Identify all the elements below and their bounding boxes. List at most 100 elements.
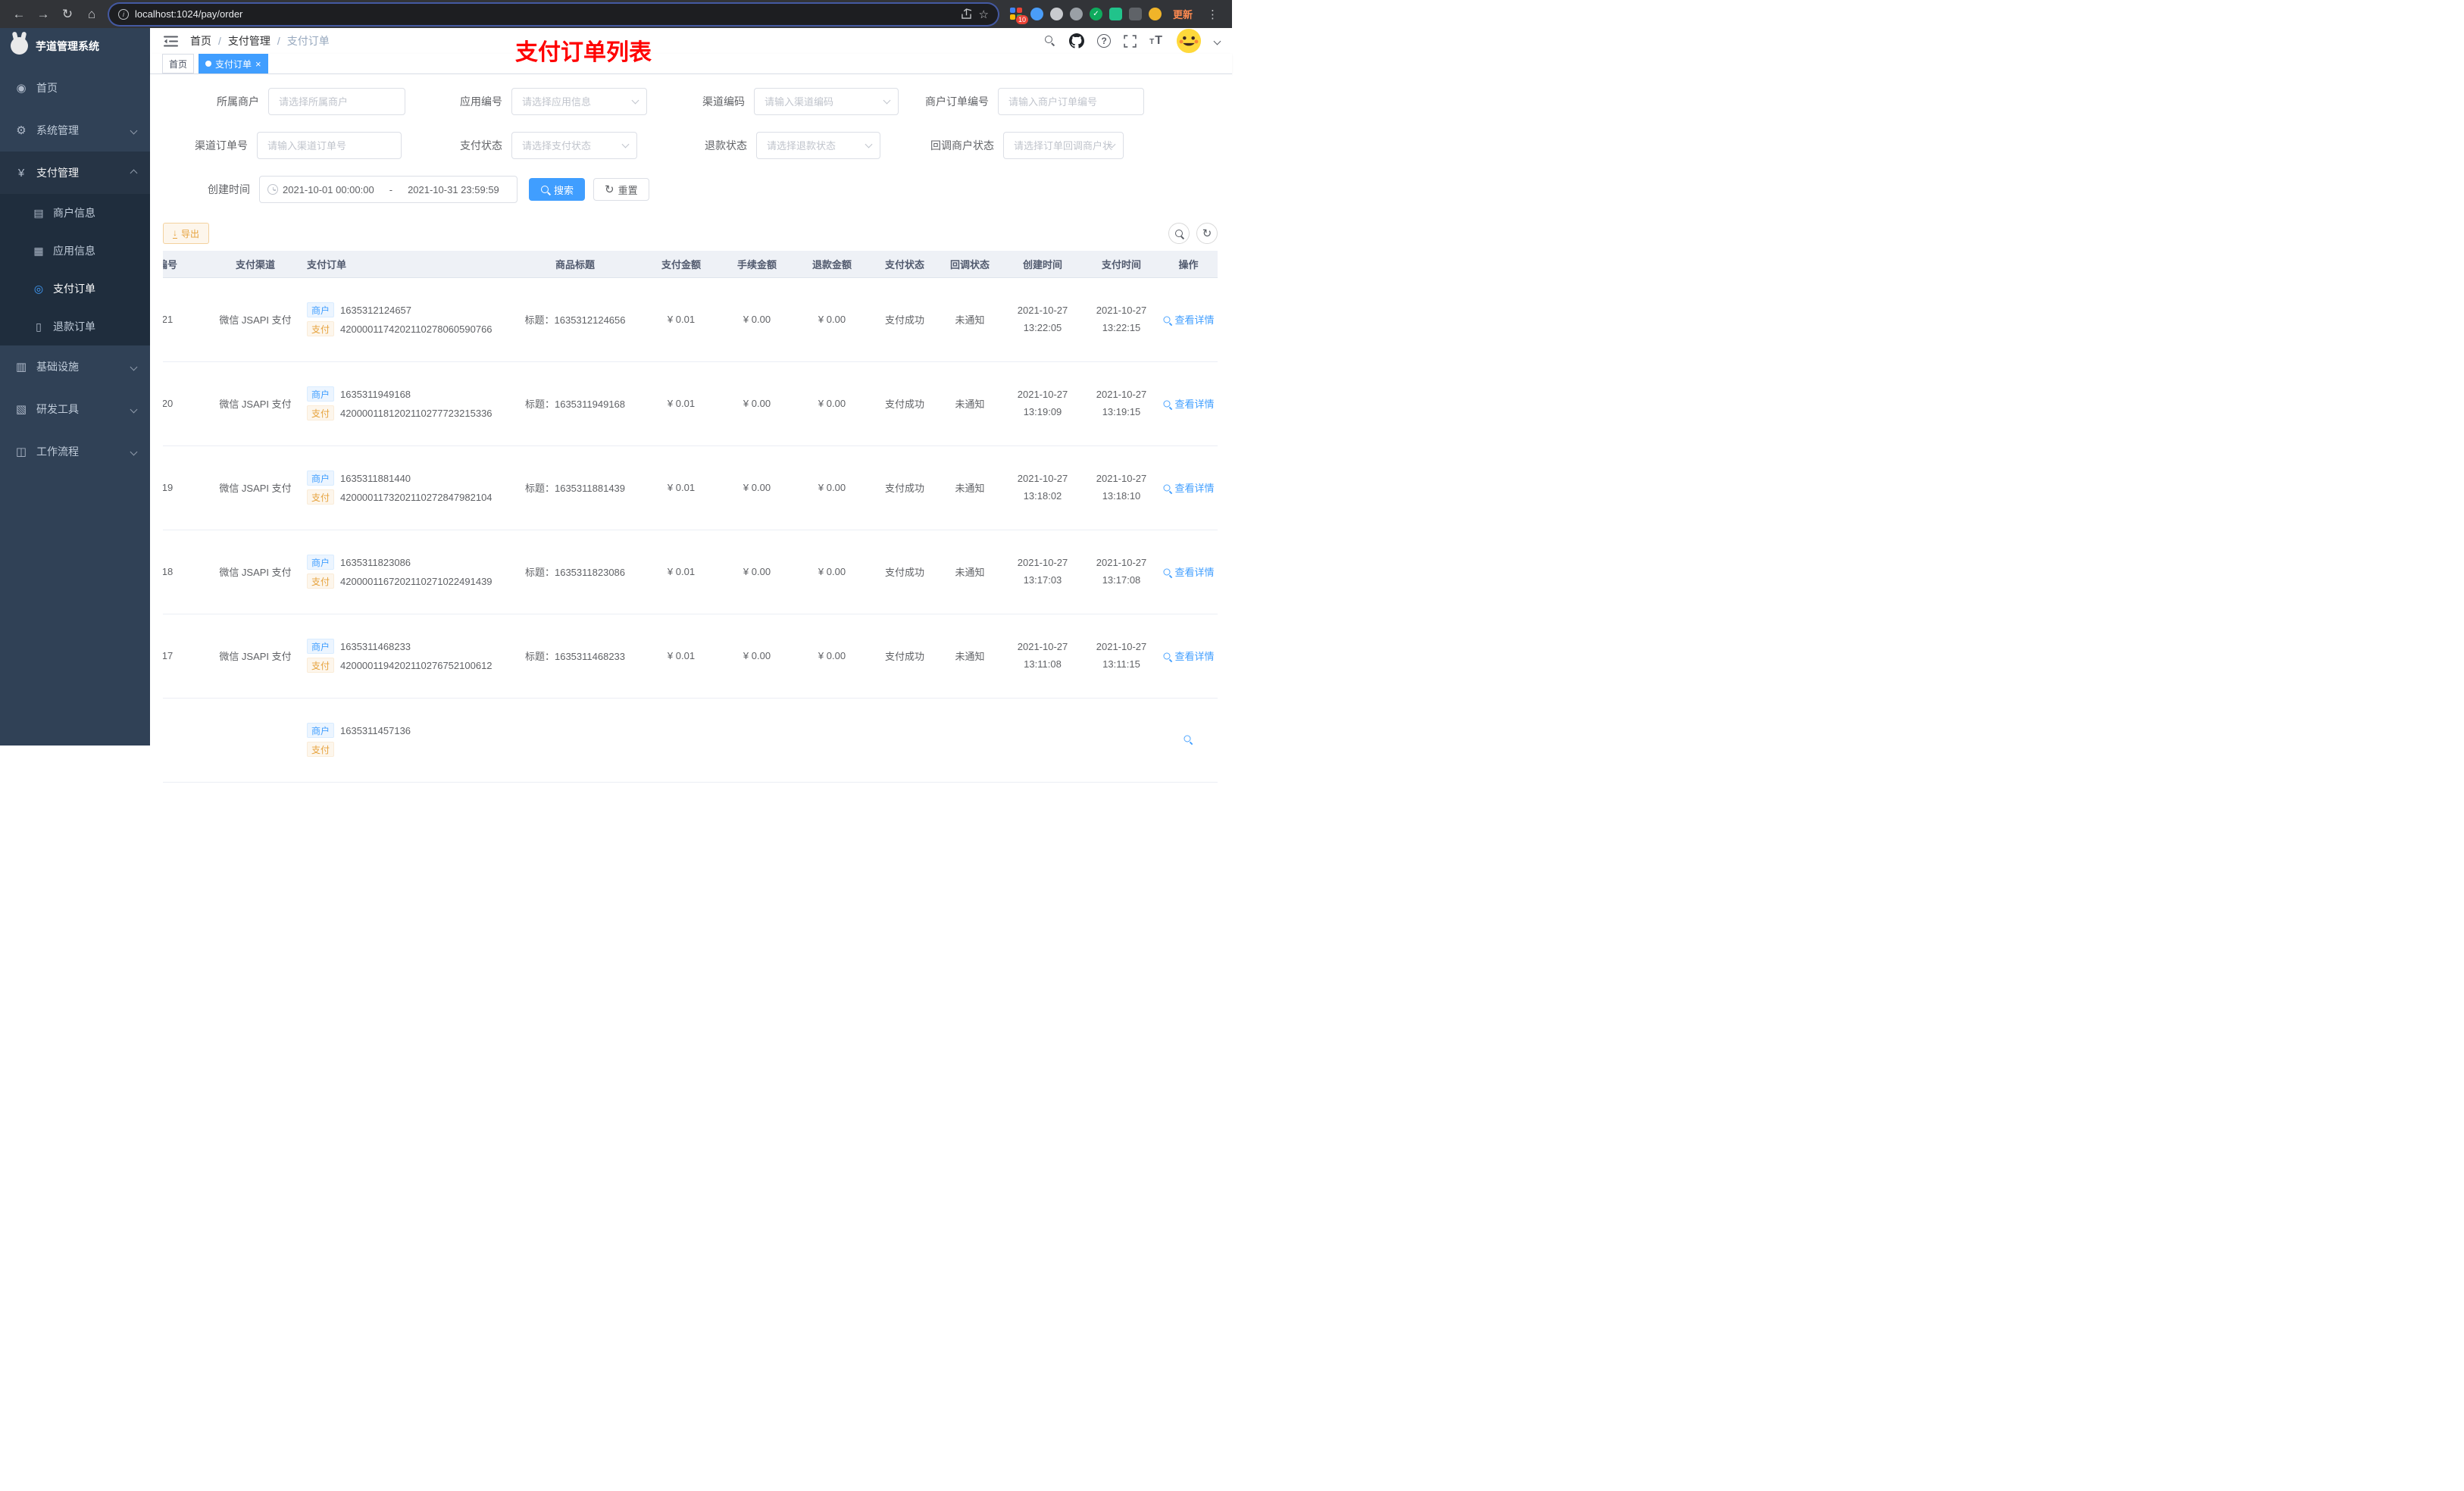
yen-icon: ¥	[17, 166, 25, 180]
toggle-search-button[interactable]	[1168, 223, 1190, 244]
sidebar-item-payment[interactable]: ¥ 支付管理	[0, 152, 150, 194]
tab-close-icon[interactable]	[255, 58, 261, 70]
font-size-icon[interactable]: TT	[1149, 34, 1163, 48]
sidebar-item-refund-order[interactable]: ▯ 退款订单	[0, 308, 150, 345]
reset-button[interactable]: ↻ 重置	[593, 178, 649, 201]
tab-pay-order[interactable]: 支付订单	[199, 54, 268, 73]
cell-refund: ¥ 0.00	[793, 277, 871, 362]
app-select[interactable]	[511, 88, 647, 115]
channel-order-no-input[interactable]	[257, 132, 402, 159]
avatar[interactable]	[1176, 28, 1202, 54]
merchant-order-no: 1635312124657	[340, 304, 412, 316]
extension-icon[interactable]	[1030, 8, 1043, 20]
breadcrumb-home[interactable]: 首页	[190, 33, 211, 48]
refund-status-select[interactable]	[756, 132, 880, 159]
sidebar-item-app-info[interactable]: ▦ 应用信息	[0, 232, 150, 270]
browser-toolbar: ← → ↻ ⌂ i localhost:1024/pay/order ☆ 10 …	[0, 0, 1232, 28]
col-action: 操作	[1159, 251, 1218, 278]
merchant-tag: 商户	[307, 470, 335, 486]
refresh-table-button[interactable]: ↻	[1196, 223, 1218, 244]
merchant-tag: 商户	[307, 302, 335, 317]
pay-order-no: 4200001194202110276752100612	[340, 659, 492, 671]
view-detail-link[interactable]: 查看详情	[1162, 480, 1215, 495]
create-time-range-picker[interactable]: 2021-10-01 00:00:00 - 2021-10-31 23:59:5…	[259, 176, 518, 203]
sidebar-menu: ◉ 首页 ⚙ 系统管理 ¥ 支付管理 ▤ 商户信息 ▦ 应用信息 ◎ 支付订单 …	[0, 64, 150, 473]
date-start[interactable]: 2021-10-01 00:00:00	[283, 184, 374, 195]
date-end[interactable]: 2021-10-31 23:59:59	[408, 184, 499, 195]
back-icon[interactable]: ←	[8, 4, 30, 25]
app-select-input[interactable]	[511, 88, 647, 115]
github-icon[interactable]	[1069, 33, 1085, 48]
cell-amount: ¥ 0.01	[641, 445, 721, 530]
browser-menu-icon[interactable]: ⋮	[1204, 8, 1221, 21]
extension-icon[interactable]	[1148, 8, 1162, 20]
merchant-order-no-input[interactable]	[998, 88, 1144, 115]
search-icon	[1163, 483, 1171, 492]
view-detail-link[interactable]: 查看详情	[1162, 396, 1215, 411]
sidebar-item-infra[interactable]: ▥ 基础设施	[0, 345, 150, 388]
search-icon[interactable]	[1044, 35, 1056, 47]
cell-amount: ¥ 0.01	[641, 530, 721, 614]
view-detail-link[interactable]	[1183, 734, 1195, 743]
view-detail-link[interactable]: 查看详情	[1162, 312, 1215, 327]
site-info-icon[interactable]: i	[118, 8, 129, 20]
cell-notify: 未通知	[938, 361, 1002, 446]
export-button[interactable]: ↓ 导出	[163, 223, 210, 244]
forward-icon[interactable]: →	[32, 4, 55, 25]
pay-order-icon: ◎	[33, 282, 44, 295]
sidebar-item-merchant-info[interactable]: ▤ 商户信息	[0, 194, 150, 232]
sidebar-item-devtools[interactable]: ▧ 研发工具	[0, 388, 150, 430]
update-button[interactable]: 更新	[1168, 7, 1197, 21]
pay-status-input[interactable]	[511, 132, 637, 159]
notify-status-select[interactable]	[1003, 132, 1124, 159]
extension-icon[interactable]	[1069, 8, 1083, 20]
channel-code-input[interactable]	[754, 88, 899, 115]
reload-icon[interactable]: ↻	[56, 4, 79, 25]
view-detail-link[interactable]: 查看详情	[1162, 649, 1215, 663]
sidebar-item-pay-order[interactable]: ◎ 支付订单	[0, 270, 150, 308]
menu-fold-icon[interactable]	[164, 36, 178, 47]
merchant-tag: 商户	[307, 555, 335, 570]
logo[interactable]: 芋道管理系统	[0, 28, 150, 64]
extension-icon[interactable]	[1128, 8, 1142, 20]
user-caret-icon[interactable]	[1213, 37, 1221, 45]
address-bar[interactable]: i localhost:1024/pay/order ☆	[109, 3, 998, 25]
help-icon[interactable]: ?	[1097, 34, 1112, 48]
sidebar-item-workflow[interactable]: ◫ 工作流程	[0, 430, 150, 473]
extension-icon[interactable]: ✓	[1089, 8, 1102, 20]
search-button[interactable]: 搜索	[529, 178, 586, 201]
pay-order-no: 4200001174202110278060590766	[340, 323, 492, 335]
pay-status-select[interactable]	[511, 132, 637, 159]
cell-status: 支付成功	[871, 361, 938, 446]
url-text[interactable]: localhost:1024/pay/order	[135, 8, 955, 20]
table-row: 商户 1635311457136 支付	[163, 698, 1218, 783]
share-icon[interactable]	[961, 8, 971, 20]
notify-status-input[interactable]	[1003, 132, 1124, 159]
channel-order-no-field[interactable]	[257, 132, 402, 159]
extension-icon[interactable]	[1108, 8, 1122, 20]
cell-amount: ¥ 0.01	[641, 614, 721, 699]
merchant-order-no-field[interactable]	[998, 88, 1144, 115]
col-pay-order: 支付订单	[297, 251, 509, 278]
cell-pay-order: 商户 1635311468233 支付 42000011942021102767…	[297, 614, 509, 699]
channel-code-select[interactable]	[754, 88, 899, 115]
sidebar-item-home[interactable]: ◉ 首页	[0, 67, 150, 109]
tab-home[interactable]: 首页	[162, 54, 195, 73]
cell-pay-order: 商户 1635311457136 支付	[297, 698, 509, 783]
chevron-down-icon	[130, 363, 138, 370]
merchant-input[interactable]	[268, 88, 405, 115]
extensions-icon[interactable]: 10	[1009, 7, 1028, 24]
bookmark-star-icon[interactable]: ☆	[979, 8, 989, 21]
extension-icon[interactable]	[1049, 8, 1063, 20]
table-body: 21 微信 JSAPI 支付 商户 1635312124657 支付 42000…	[163, 277, 1218, 783]
breadcrumb-payment[interactable]: 支付管理	[211, 33, 270, 48]
fullscreen-icon[interactable]	[1124, 34, 1137, 48]
merchant-select[interactable]	[268, 88, 405, 115]
refund-status-input[interactable]	[756, 132, 880, 159]
chevron-down-icon	[130, 405, 138, 413]
cell-status	[871, 698, 938, 783]
home-icon[interactable]: ⌂	[80, 4, 103, 25]
view-detail-link[interactable]: 查看详情	[1162, 564, 1215, 579]
sidebar-item-system[interactable]: ⚙ 系统管理	[0, 109, 150, 152]
extensions-area: 10 ✓ 更新 ⋮	[1007, 7, 1224, 24]
